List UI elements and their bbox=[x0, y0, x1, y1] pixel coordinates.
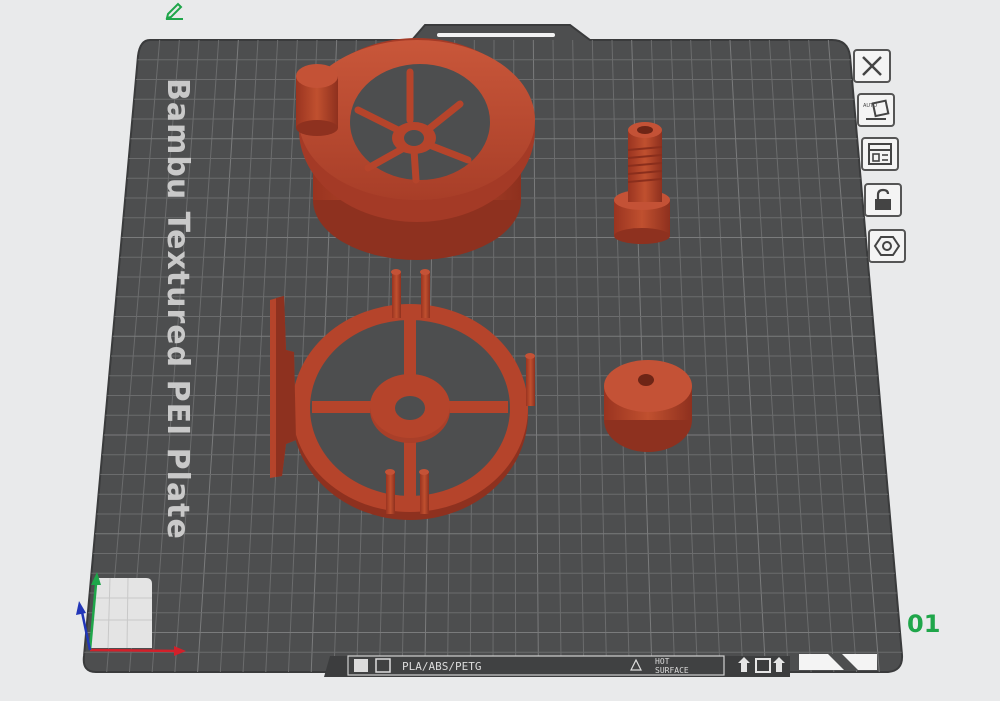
arrange-button[interactable] bbox=[861, 137, 899, 171]
qr-code-icon bbox=[354, 659, 368, 672]
plate-settings-icon bbox=[873, 236, 901, 256]
lock-plate-button[interactable] bbox=[864, 183, 902, 217]
hot-surface-line1: HOT bbox=[655, 657, 670, 666]
plate-number: 01 bbox=[907, 610, 941, 638]
delete-plate-button[interactable] bbox=[853, 49, 891, 83]
hot-surface-line2: SURFACE bbox=[655, 666, 689, 675]
plate-settings-button[interactable] bbox=[868, 229, 906, 263]
auto-orient-icon: AUTO bbox=[863, 99, 890, 120]
spool-reel-part bbox=[296, 38, 535, 260]
auto-orient-button[interactable]: AUTO bbox=[857, 93, 895, 127]
origin-tile bbox=[90, 577, 152, 649]
knob-part bbox=[604, 360, 692, 452]
plate-name-label: Bambu Textured PEI Plate bbox=[160, 78, 195, 540]
material-compatibility-label: PLA/ABS/PETG bbox=[402, 660, 481, 673]
3d-viewport[interactable]: Bambu Textured PEI Plate PLA/ABS/PETG HO… bbox=[0, 0, 1000, 701]
close-icon bbox=[862, 56, 882, 76]
edit-plate-name-icon[interactable] bbox=[163, 0, 187, 20]
arrange-icon bbox=[868, 143, 892, 165]
lock-icon bbox=[875, 188, 891, 210]
